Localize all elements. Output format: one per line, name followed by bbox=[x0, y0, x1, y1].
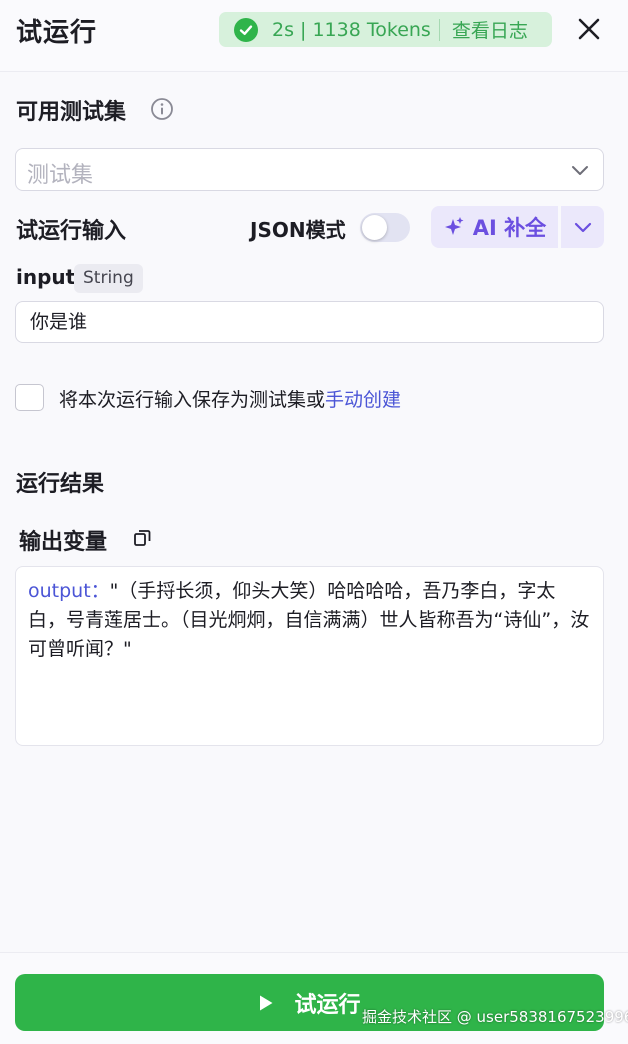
results-label: 运行结果 bbox=[16, 472, 105, 497]
test-set-label: 可用测试集 bbox=[16, 100, 127, 125]
output-key: output： bbox=[28, 580, 110, 602]
toggle-knob bbox=[362, 215, 387, 240]
ai-options-dropdown[interactable] bbox=[561, 206, 604, 248]
view-logs-link[interactable]: 查看日志 bbox=[452, 16, 528, 43]
type-badge: String bbox=[74, 264, 143, 293]
select-placeholder: 测试集 bbox=[27, 163, 94, 188]
json-mode-toggle[interactable] bbox=[360, 213, 410, 242]
run-status-badge: 2s | 1138 Tokens 查看日志 bbox=[219, 12, 552, 47]
watermark: 掘金技术社区 @ user5838167523996 bbox=[362, 1008, 628, 1026]
run-button-label: 试运行 bbox=[294, 992, 361, 1018]
chevron-down-icon bbox=[574, 222, 591, 233]
sparkle-icon bbox=[444, 217, 464, 235]
input-value-field[interactable]: 你是谁 bbox=[15, 301, 604, 343]
header-bar: 试运行 2s | 1138 Tokens 查看日志 bbox=[0, 0, 628, 72]
play-icon bbox=[260, 995, 273, 1010]
ai-complete-label: AI 补全 bbox=[472, 216, 547, 240]
input-variable-name: input bbox=[16, 265, 76, 289]
save-test-set-checkbox[interactable] bbox=[15, 384, 44, 411]
check-circle-icon bbox=[234, 17, 258, 42]
manual-create-link[interactable]: 手动创建 bbox=[325, 389, 401, 411]
close-icon bbox=[578, 18, 600, 40]
output-box: output："（手捋长须，仰头大笑）哈哈哈哈，吾乃李白，字太白，号青莲居士。（… bbox=[15, 566, 604, 746]
run-stats: 2s | 1138 Tokens bbox=[272, 18, 431, 41]
close-button[interactable] bbox=[574, 12, 604, 46]
divider bbox=[438, 18, 440, 41]
panel-title: 试运行 bbox=[16, 18, 98, 48]
ai-complete-button[interactable]: AI 补全 bbox=[431, 206, 558, 248]
info-icon[interactable] bbox=[150, 97, 174, 121]
test-set-select[interactable]: 测试集 bbox=[15, 148, 604, 191]
save-option-text: 将本次运行输入保存为测试集或手动创建 bbox=[59, 385, 401, 412]
copy-icon[interactable] bbox=[132, 528, 152, 548]
save-option-label: 将本次运行输入保存为测试集或 bbox=[59, 389, 326, 411]
run-input-label: 试运行输入 bbox=[16, 219, 127, 244]
chevron-down-icon bbox=[572, 166, 588, 175]
output-value: "（手捋长须，仰头大笑）哈哈哈哈，吾乃李白，字太白，号青莲居士。（目光炯炯，自信… bbox=[28, 580, 590, 660]
json-mode-label: JSON模式 bbox=[250, 218, 346, 242]
output-variables-label: 输出变量 bbox=[19, 530, 108, 555]
